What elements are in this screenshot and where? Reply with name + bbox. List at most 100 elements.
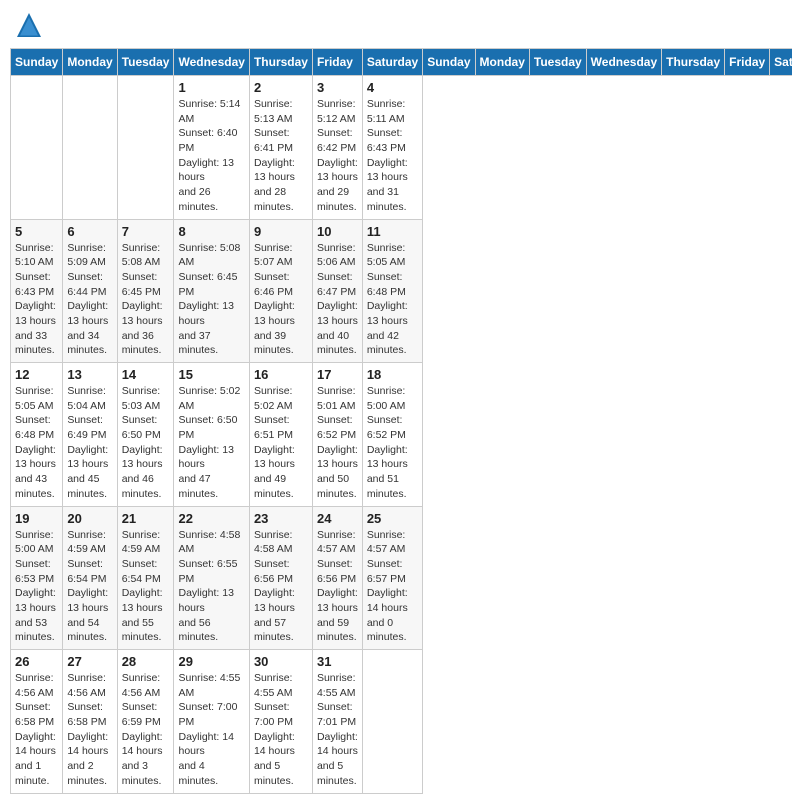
calendar-table: SundayMondayTuesdayWednesdayThursdayFrid… (10, 48, 792, 794)
day-number: 10 (317, 224, 358, 239)
day-info: Sunrise: 5:08 AM Sunset: 6:45 PM Dayligh… (122, 241, 170, 359)
calendar-cell: 25 Sunrise: 4:57 AM Sunset: 6:57 PM Dayli… (362, 506, 422, 650)
day-number: 8 (178, 224, 244, 239)
calendar-cell: 18 Sunrise: 5:00 AM Sunset: 6:52 PM Dayli… (362, 363, 422, 507)
day-info: Sunrise: 5:12 AM Sunset: 6:42 PM Dayligh… (317, 97, 358, 215)
day-info: Sunrise: 5:13 AM Sunset: 6:41 PM Dayligh… (254, 97, 308, 215)
calendar-cell: 10 Sunrise: 5:06 AM Sunset: 6:47 PM Dayli… (312, 219, 362, 363)
col-header-thursday: Thursday (662, 49, 725, 76)
day-number: 29 (178, 654, 244, 669)
calendar-cell: 7 Sunrise: 5:08 AM Sunset: 6:45 PM Daylig… (117, 219, 174, 363)
day-number: 17 (317, 367, 358, 382)
day-number: 18 (367, 367, 418, 382)
day-number: 25 (367, 511, 418, 526)
day-info: Sunrise: 4:57 AM Sunset: 6:56 PM Dayligh… (317, 528, 358, 646)
day-info: Sunrise: 4:59 AM Sunset: 6:54 PM Dayligh… (122, 528, 170, 646)
day-info: Sunrise: 4:55 AM Sunset: 7:00 PM Dayligh… (178, 671, 244, 789)
day-info: Sunrise: 4:56 AM Sunset: 6:58 PM Dayligh… (15, 671, 58, 789)
day-info: Sunrise: 5:00 AM Sunset: 6:53 PM Dayligh… (15, 528, 58, 646)
day-number: 16 (254, 367, 308, 382)
day-number: 6 (67, 224, 112, 239)
calendar-week-row: 12Sunrise: 5:05 AM Sunset: 6:48 PM Dayli… (11, 363, 792, 507)
col-header-monday: Monday (475, 49, 529, 76)
day-info: Sunrise: 4:56 AM Sunset: 6:59 PM Dayligh… (122, 671, 170, 789)
calendar-cell: 28 Sunrise: 4:56 AM Sunset: 6:59 PM Dayli… (117, 650, 174, 794)
day-info: Sunrise: 4:57 AM Sunset: 6:57 PM Dayligh… (367, 528, 418, 646)
calendar-cell (11, 76, 63, 220)
calendar-header-row: SundayMondayTuesdayWednesdayThursdayFrid… (11, 49, 792, 76)
day-info: Sunrise: 4:56 AM Sunset: 6:58 PM Dayligh… (67, 671, 112, 789)
calendar-cell: 27 Sunrise: 4:56 AM Sunset: 6:58 PM Dayli… (63, 650, 117, 794)
day-number: 31 (317, 654, 358, 669)
day-number: 13 (67, 367, 112, 382)
day-number: 9 (254, 224, 308, 239)
calendar-cell: 9 Sunrise: 5:07 AM Sunset: 6:46 PM Daylig… (249, 219, 312, 363)
calendar-cell: 31Sunrise: 4:55 AM Sunset: 7:01 PM Dayli… (312, 650, 362, 794)
day-info: Sunrise: 5:07 AM Sunset: 6:46 PM Dayligh… (254, 241, 308, 359)
calendar-cell: 3Sunrise: 5:12 AM Sunset: 6:42 PM Daylig… (312, 76, 362, 220)
day-info: Sunrise: 5:02 AM Sunset: 6:50 PM Dayligh… (178, 384, 244, 502)
calendar-cell: 19 Sunrise: 5:00 AM Sunset: 6:53 PM Dayli… (11, 506, 63, 650)
day-number: 11 (367, 224, 418, 239)
day-number: 30 (254, 654, 308, 669)
day-info: Sunrise: 4:55 AM Sunset: 7:00 PM Dayligh… (254, 671, 308, 789)
calendar-cell: 16 Sunrise: 5:02 AM Sunset: 6:51 PM Dayli… (249, 363, 312, 507)
day-number: 19 (15, 511, 58, 526)
day-info: Sunrise: 5:05 AM Sunset: 6:48 PM Dayligh… (15, 384, 58, 502)
day-info: Sunrise: 5:09 AM Sunset: 6:44 PM Dayligh… (67, 241, 112, 359)
calendar-cell: 30 Sunrise: 4:55 AM Sunset: 7:00 PM Dayli… (249, 650, 312, 794)
calendar-cell: 8Sunrise: 5:08 AM Sunset: 6:45 PM Daylig… (174, 219, 249, 363)
day-number: 21 (122, 511, 170, 526)
col-header-friday: Friday (312, 49, 362, 76)
calendar-week-row: 26 Sunrise: 4:56 AM Sunset: 6:58 PM Dayli… (11, 650, 792, 794)
day-info: Sunrise: 4:58 AM Sunset: 6:55 PM Dayligh… (178, 528, 244, 646)
calendar-cell: 21 Sunrise: 4:59 AM Sunset: 6:54 PM Dayli… (117, 506, 174, 650)
day-number: 1 (178, 80, 244, 95)
day-info: Sunrise: 5:11 AM Sunset: 6:43 PM Dayligh… (367, 97, 418, 215)
day-number: 5 (15, 224, 58, 239)
day-info: Sunrise: 4:59 AM Sunset: 6:54 PM Dayligh… (67, 528, 112, 646)
col-header-monday: Monday (63, 49, 117, 76)
col-header-wednesday: Wednesday (586, 49, 661, 76)
calendar-cell: 14 Sunrise: 5:03 AM Sunset: 6:50 PM Dayli… (117, 363, 174, 507)
day-number: 2 (254, 80, 308, 95)
col-header-wednesday: Wednesday (174, 49, 249, 76)
day-number: 26 (15, 654, 58, 669)
calendar-week-row: 5 Sunrise: 5:10 AM Sunset: 6:43 PM Daylig… (11, 219, 792, 363)
day-number: 28 (122, 654, 170, 669)
logo-icon (14, 10, 44, 40)
day-number: 20 (67, 511, 112, 526)
calendar-cell (63, 76, 117, 220)
day-info: Sunrise: 5:03 AM Sunset: 6:50 PM Dayligh… (122, 384, 170, 502)
day-number: 15 (178, 367, 244, 382)
calendar-cell: 20 Sunrise: 4:59 AM Sunset: 6:54 PM Dayli… (63, 506, 117, 650)
calendar-cell: 23Sunrise: 4:58 AM Sunset: 6:56 PM Dayli… (249, 506, 312, 650)
day-number: 23 (254, 511, 308, 526)
day-number: 4 (367, 80, 418, 95)
calendar-cell: 24Sunrise: 4:57 AM Sunset: 6:56 PM Dayli… (312, 506, 362, 650)
calendar-cell: 15 Sunrise: 5:02 AM Sunset: 6:50 PM Dayli… (174, 363, 249, 507)
calendar-cell: 4 Sunrise: 5:11 AM Sunset: 6:43 PM Daylig… (362, 76, 422, 220)
calendar-cell: 5 Sunrise: 5:10 AM Sunset: 6:43 PM Daylig… (11, 219, 63, 363)
calendar-week-row: 1Sunrise: 5:14 AM Sunset: 6:40 PM Daylig… (11, 76, 792, 220)
day-info: Sunrise: 5:04 AM Sunset: 6:49 PM Dayligh… (67, 384, 112, 502)
day-info: Sunrise: 5:06 AM Sunset: 6:47 PM Dayligh… (317, 241, 358, 359)
col-header-saturday: Saturday (362, 49, 422, 76)
day-info: Sunrise: 5:10 AM Sunset: 6:43 PM Dayligh… (15, 241, 58, 359)
col-header-tuesday: Tuesday (529, 49, 586, 76)
day-number: 7 (122, 224, 170, 239)
calendar-cell: 2 Sunrise: 5:13 AM Sunset: 6:41 PM Daylig… (249, 76, 312, 220)
col-header-sunday: Sunday (11, 49, 63, 76)
day-number: 27 (67, 654, 112, 669)
day-number: 14 (122, 367, 170, 382)
calendar-cell: 22 Sunrise: 4:58 AM Sunset: 6:55 PM Dayli… (174, 506, 249, 650)
day-number: 22 (178, 511, 244, 526)
calendar-week-row: 19 Sunrise: 5:00 AM Sunset: 6:53 PM Dayli… (11, 506, 792, 650)
day-info: Sunrise: 5:02 AM Sunset: 6:51 PM Dayligh… (254, 384, 308, 502)
day-info: Sunrise: 5:00 AM Sunset: 6:52 PM Dayligh… (367, 384, 418, 502)
day-info: Sunrise: 5:05 AM Sunset: 6:48 PM Dayligh… (367, 241, 418, 359)
col-header-saturday: Saturday (770, 49, 792, 76)
calendar-cell: 13 Sunrise: 5:04 AM Sunset: 6:49 PM Dayli… (63, 363, 117, 507)
calendar-cell: 26 Sunrise: 4:56 AM Sunset: 6:58 PM Dayli… (11, 650, 63, 794)
col-header-thursday: Thursday (249, 49, 312, 76)
